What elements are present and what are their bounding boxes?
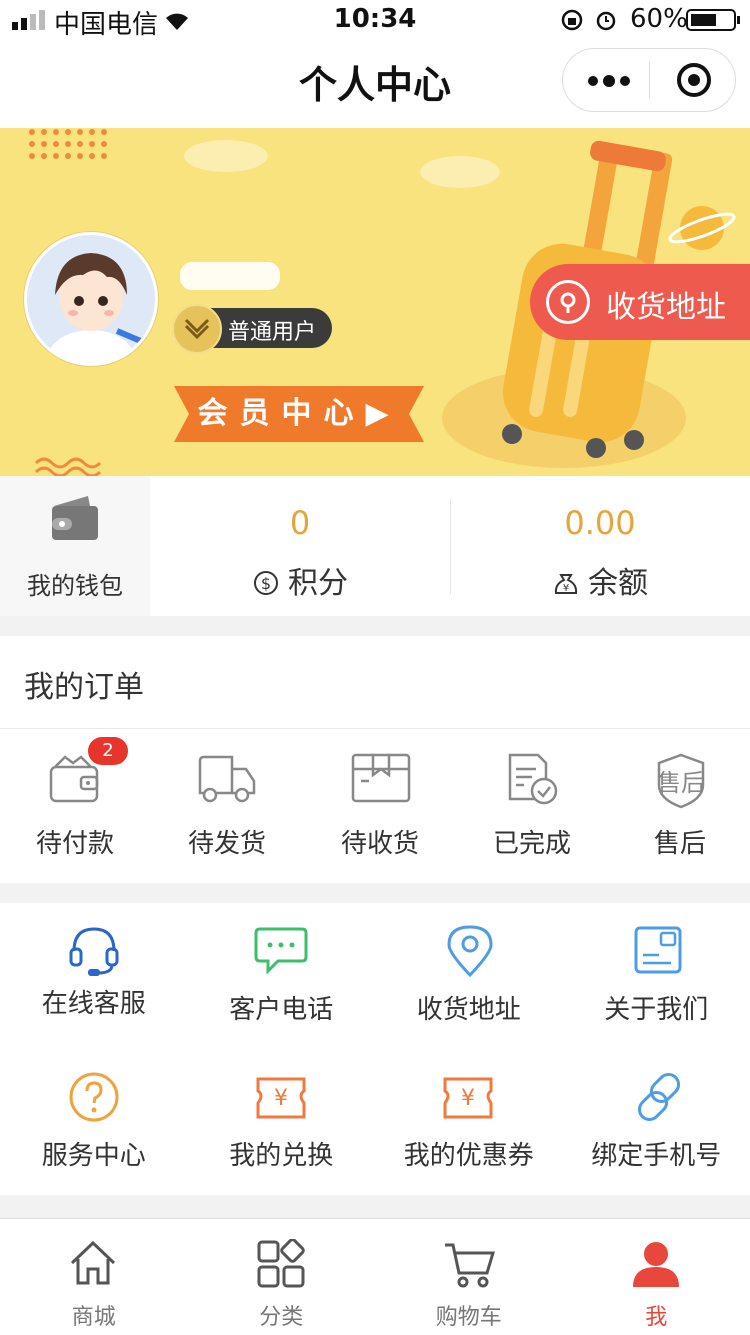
service-label: 在线客服 <box>0 983 188 1020</box>
coupon-yen-icon: ¥ <box>441 1075 495 1121</box>
tab-label: 购物车 <box>375 1299 563 1331</box>
orders-header[interactable]: 我的订单 <box>0 636 750 729</box>
avatar-illustration <box>27 235 155 363</box>
service-bind-phone[interactable]: 绑定手机号 <box>563 1049 750 1195</box>
tab-label: 商城 <box>0 1299 188 1331</box>
avatar[interactable] <box>24 232 158 366</box>
balance-label: 余额 <box>588 566 648 601</box>
close-target-icon[interactable] <box>675 61 713 99</box>
balance-value: 0.00 <box>450 504 750 542</box>
svg-text:¥: ¥ <box>461 1086 475 1111</box>
location-pin-icon <box>546 280 590 324</box>
capsule-divider <box>649 61 650 99</box>
tab-cart[interactable]: 购物车 <box>375 1219 563 1335</box>
battery-icon <box>686 8 742 32</box>
orders-title: 我的订单 <box>24 662 144 706</box>
svg-text:$: $ <box>261 574 271 593</box>
order-label: 待付款 <box>0 823 150 860</box>
svg-text:¥: ¥ <box>563 583 569 594</box>
tab-me[interactable]: 我 <box>563 1219 750 1335</box>
service-online-support[interactable]: 在线客服 <box>0 903 188 1049</box>
money-bag-icon: ¥ <box>552 569 580 597</box>
status-bar: 中国电信 10:34 60% <box>0 0 750 40</box>
mini-program-capsule <box>562 48 736 112</box>
service-label: 绑定手机号 <box>563 1135 750 1172</box>
username-redacted <box>180 258 284 294</box>
balance-stat[interactable]: 0.00 ¥ 余额 <box>450 476 750 616</box>
dollar-coin-icon: $ <box>252 569 280 597</box>
box-icon <box>351 753 411 805</box>
tab-mall[interactable]: 商城 <box>0 1219 188 1335</box>
service-label: 我的优惠券 <box>375 1135 563 1172</box>
order-label: 待收货 <box>305 823 455 860</box>
wallet-icon <box>50 494 100 542</box>
wallet-strip: 我的钱包 0 $ 积分 0.00 ¥ 余额 <box>0 476 750 616</box>
service-label: 关于我们 <box>563 989 750 1026</box>
address-button-label: 收货地址 <box>606 282 726 326</box>
order-pending-receipt[interactable]: 待收货 <box>305 729 455 883</box>
service-help-center[interactable]: 服务中心 <box>0 1049 188 1195</box>
order-pending-shipment[interactable]: 待发货 <box>152 729 302 883</box>
pending-payment-count-badge: 2 <box>88 737 128 765</box>
headset-icon <box>68 925 120 979</box>
my-wallet-label: 我的钱包 <box>0 566 150 601</box>
service-label: 我的兑换 <box>188 1135 376 1172</box>
tab-bar: 商城 分类 购物车 我 <box>0 1218 750 1335</box>
member-center-button[interactable]: 会员中心▶ <box>174 386 424 442</box>
service-label: 服务中心 <box>0 1135 188 1172</box>
service-about-us[interactable]: 关于我们 <box>563 903 750 1049</box>
home-icon <box>68 1239 118 1287</box>
service-label: 客户电话 <box>188 989 376 1026</box>
nav-bar: 个人中心 <box>0 40 750 128</box>
after-sales-shield-icon: 售后 <box>655 753 707 809</box>
service-my-coupons[interactable]: ¥ 我的优惠券 <box>375 1049 563 1195</box>
question-icon <box>68 1071 120 1123</box>
order-label: 待发货 <box>152 823 302 860</box>
cart-icon <box>443 1239 495 1289</box>
tab-category[interactable]: 分类 <box>188 1219 376 1335</box>
location-pin-icon <box>445 923 495 979</box>
after-sales-glyph: 售后 <box>657 769 705 797</box>
member-center-label: 会员中心 <box>197 396 365 431</box>
alarm-icon <box>594 8 618 32</box>
svg-text:¥: ¥ <box>274 1086 288 1111</box>
more-dots-icon[interactable] <box>587 71 631 91</box>
card-icon <box>633 925 683 975</box>
order-label: 已完成 <box>457 823 607 860</box>
link-icon <box>633 1071 685 1123</box>
battery-percent: 60% <box>630 4 688 34</box>
service-shipping-address[interactable]: 收货地址 <box>375 903 563 1049</box>
user-icon <box>631 1239 681 1289</box>
service-my-exchange[interactable]: ¥ 我的兑换 <box>188 1049 376 1195</box>
services-grid: 在线客服 客户电话 收货地址 关于我们 服务中心 ¥ <box>0 903 750 1195</box>
points-label: 积分 <box>288 566 348 601</box>
ticket-yen-icon: ¥ <box>254 1075 308 1121</box>
user-level-badge: 普通用户 <box>174 308 332 348</box>
address-button[interactable]: 收货地址 <box>530 264 750 340</box>
diamond-level-icon <box>172 304 222 354</box>
play-arrow-icon: ▶ <box>365 396 400 431</box>
my-wallet-button[interactable]: 我的钱包 <box>0 476 150 616</box>
tab-label-active: 我 <box>563 1299 750 1331</box>
points-label-row: $ 积分 <box>150 558 450 602</box>
truck-icon <box>196 753 258 805</box>
orders-grid: 待付款 2 待发货 待收货 已完成 售后 售后 <box>0 729 750 883</box>
order-completed[interactable]: 已完成 <box>457 729 607 883</box>
balance-label-row: ¥ 余额 <box>450 558 750 602</box>
user-level-label: 普通用户 <box>228 314 316 346</box>
completed-doc-icon <box>504 753 560 807</box>
category-icon <box>256 1239 306 1289</box>
points-stat[interactable]: 0 $ 积分 <box>150 476 450 616</box>
service-label: 收货地址 <box>375 989 563 1026</box>
profile-banner: 普通用户 会员中心▶ 收货地址 <box>0 128 750 476</box>
tab-label: 分类 <box>188 1299 376 1331</box>
order-label: 售后 <box>605 823 750 860</box>
points-value: 0 <box>150 504 450 542</box>
order-after-sales[interactable]: 售后 售后 <box>605 729 750 883</box>
chat-bubble-icon <box>254 925 308 975</box>
rotation-lock-icon <box>560 8 584 32</box>
service-customer-phone[interactable]: 客户电话 <box>188 903 376 1049</box>
